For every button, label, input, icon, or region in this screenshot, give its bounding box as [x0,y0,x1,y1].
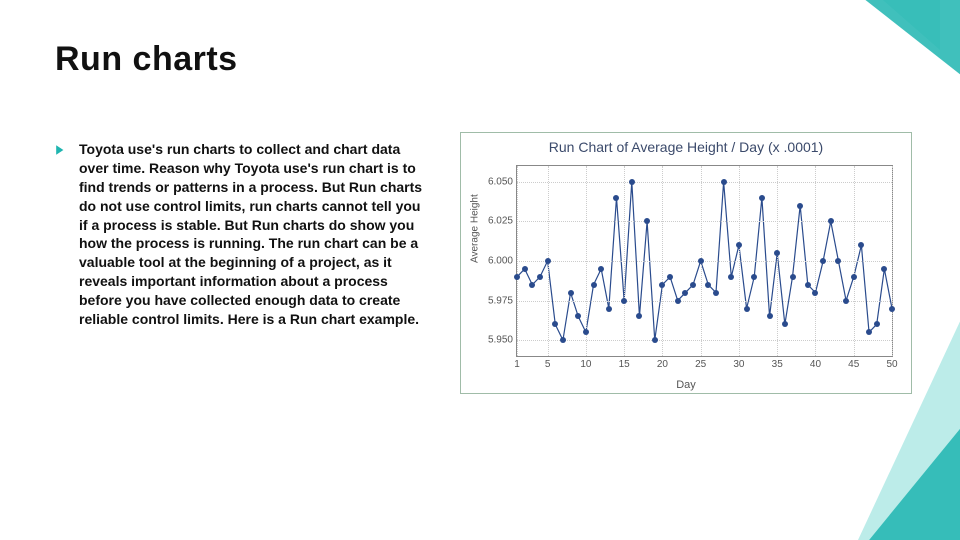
chart-point [713,290,719,296]
chart-ytick: 6.025 [488,216,517,227]
chart-point [675,298,681,304]
chart-point [767,313,773,319]
chart-point [613,195,619,201]
chart-plot-area: 5.9505.9756.0006.0256.050151015202530354… [516,165,893,357]
chart-xtick: 45 [848,356,859,370]
chart-point [774,250,780,256]
body-text: Toyota use's run charts to collect and c… [79,140,425,329]
chart-xtick: 50 [886,356,897,370]
chart-xtick: 5 [545,356,551,370]
chart-ytick: 6.050 [488,176,517,187]
chart-point [874,321,880,327]
chart-point [652,337,658,343]
chart-point [659,282,665,288]
chart-xtick: 10 [580,356,591,370]
chart-point [851,274,857,280]
chart-xtick: 15 [619,356,630,370]
chart-point [591,282,597,288]
chart-title: Run Chart of Average Height / Day (x .00… [461,139,911,155]
chart-point [583,329,589,335]
page-title: Run charts [55,40,238,79]
chart-point [698,258,704,264]
chart-point [522,266,528,272]
chart-point [889,306,895,312]
bullet-item: Toyota use's run charts to collect and c… [55,140,425,329]
chart-point [858,242,864,248]
chart-point [835,258,841,264]
chart-point [514,274,520,280]
chart-point [629,179,635,185]
chart-point [782,321,788,327]
chart-ytick: 5.950 [488,335,517,346]
chart-point [866,329,872,335]
chart-point [736,242,742,248]
chart-point [843,298,849,304]
chart-point [644,218,650,224]
chart-xtick: 20 [657,356,668,370]
chart-xtick: 1 [514,356,520,370]
chart-point [621,298,627,304]
run-chart: Run Chart of Average Height / Day (x .00… [460,132,912,394]
chart-point [529,282,535,288]
chart-ylabel: Average Height [470,194,481,263]
chart-point [805,282,811,288]
chart-xtick: 40 [810,356,821,370]
decorative-corner-top [800,0,960,100]
bullet-arrow-icon [55,140,67,329]
chart-point [636,313,642,319]
chart-point [690,282,696,288]
chart-point [828,218,834,224]
chart-xtick: 35 [772,356,783,370]
chart-point [545,258,551,264]
chart-point [667,274,673,280]
chart-point [797,203,803,209]
chart-point [575,313,581,319]
chart-ytick: 6.000 [488,256,517,267]
chart-point [560,337,566,343]
chart-point [705,282,711,288]
slide: Run charts Toyota use's run charts to co… [0,0,960,540]
chart-point [728,274,734,280]
chart-point [721,179,727,185]
chart-point [812,290,818,296]
chart-point [598,266,604,272]
chart-point [820,258,826,264]
chart-point [568,290,574,296]
chart-point [759,195,765,201]
chart-xlabel: Day [461,379,911,391]
chart-point [552,321,558,327]
chart-xtick: 25 [695,356,706,370]
chart-point [682,290,688,296]
chart-point [744,306,750,312]
chart-xtick: 30 [733,356,744,370]
chart-point [537,274,543,280]
chart-point [881,266,887,272]
chart-point [606,306,612,312]
chart-point [790,274,796,280]
chart-point [751,274,757,280]
chart-ytick: 5.975 [488,295,517,306]
